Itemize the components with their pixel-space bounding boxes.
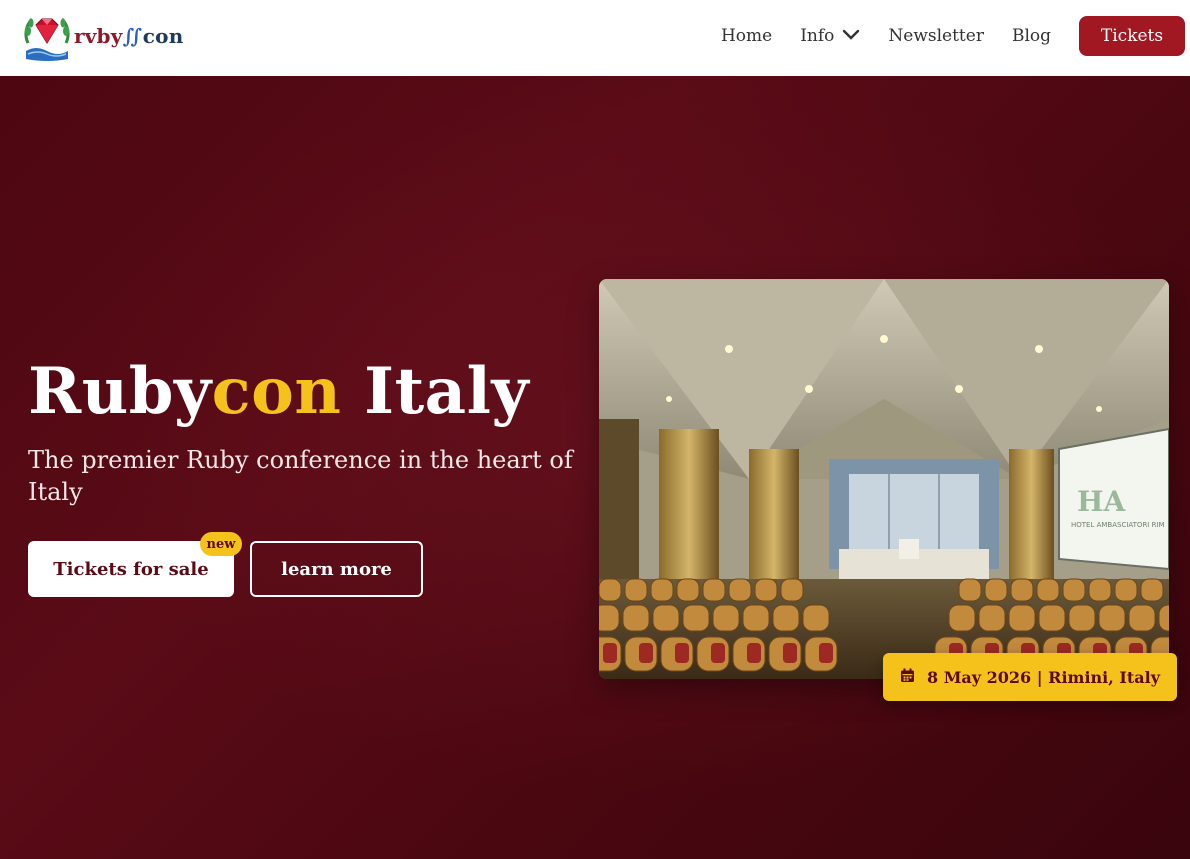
conference-hall-photo: HA HOTEL AMBASCIATORI RIM <box>599 279 1169 679</box>
main-nav: Home Info Newsletter Blog Tickets <box>721 16 1185 56</box>
new-badge: new <box>200 532 242 556</box>
chevron-down-icon <box>842 26 860 46</box>
nav-home-label: Home <box>720 26 773 46</box>
nav-newsletter[interactable]: Newsletter <box>888 26 984 46</box>
svg-text:HOTEL AMBASCIATORI RIM: HOTEL AMBASCIATORI RIM <box>1071 521 1165 529</box>
event-date-text: 8 May 2026 | Rimini, Italy <box>927 667 1160 687</box>
nav-blog[interactable]: Blog <box>1012 26 1051 46</box>
calendar-icon <box>900 668 915 687</box>
nav-newsletter-label: Newsletter <box>888 26 984 46</box>
tickets-button[interactable]: Tickets <box>1079 16 1185 56</box>
hero-section: Rubycon Italy The premier Ruby conferenc… <box>0 76 1190 859</box>
nav-home[interactable]: Home <box>721 26 772 46</box>
logo-wordmark: rvby∬con <box>74 24 184 48</box>
site-logo[interactable]: rvby∬con <box>22 10 183 62</box>
site-header: rvby∬con Home Info Newsletter Blog Ticke… <box>0 0 1190 76</box>
nav-info-label: Info <box>800 26 835 46</box>
nav-blog-label: Blog <box>1011 26 1051 46</box>
event-date-badge: 8 May 2026 | Rimini, Italy <box>883 653 1177 701</box>
nav-info[interactable]: Info <box>800 26 860 46</box>
svg-text:HA: HA <box>1077 485 1126 518</box>
hero-title: Rubycon Italy <box>28 354 530 429</box>
ruby-logo-icon <box>24 17 70 61</box>
learn-more-button[interactable]: learn more <box>250 541 423 597</box>
hero-subtitle: The premier Ruby conference in the heart… <box>28 446 573 506</box>
